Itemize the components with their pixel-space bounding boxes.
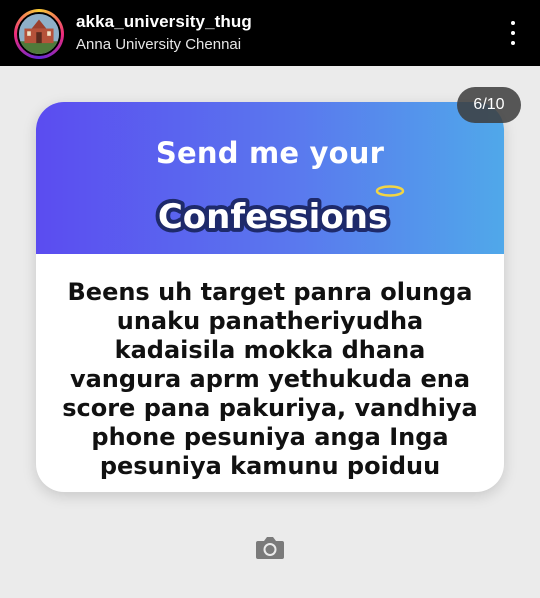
subtitle-text: Confessions (158, 197, 388, 237)
avatar[interactable] (17, 12, 61, 56)
halo-icon (375, 185, 405, 197)
more-vertical-icon[interactable] (508, 18, 518, 48)
confession-text: Beens uh target panra olunga unaku panat… (62, 278, 478, 480)
camera-icon[interactable] (254, 533, 286, 563)
more-dot (511, 21, 515, 25)
account-location[interactable]: Anna University Chennai (76, 36, 241, 53)
avatar-story-ring[interactable] (14, 9, 64, 59)
university-building-icon (19, 14, 59, 54)
story-header: akka_university_thug Anna University Che… (0, 0, 540, 66)
more-dot (511, 41, 515, 45)
banner-subtitle: Confessions Confessions (128, 185, 418, 241)
banner-title: Send me your (155, 136, 385, 170)
more-dot (511, 31, 515, 35)
account-name[interactable]: akka_university_thug (76, 12, 252, 32)
card-banner: Send me your Confessions Confessions (36, 102, 504, 254)
confession-card: Send me your Confessions Confessions Bee… (36, 102, 504, 492)
page-counter: 6/10 (457, 87, 521, 123)
